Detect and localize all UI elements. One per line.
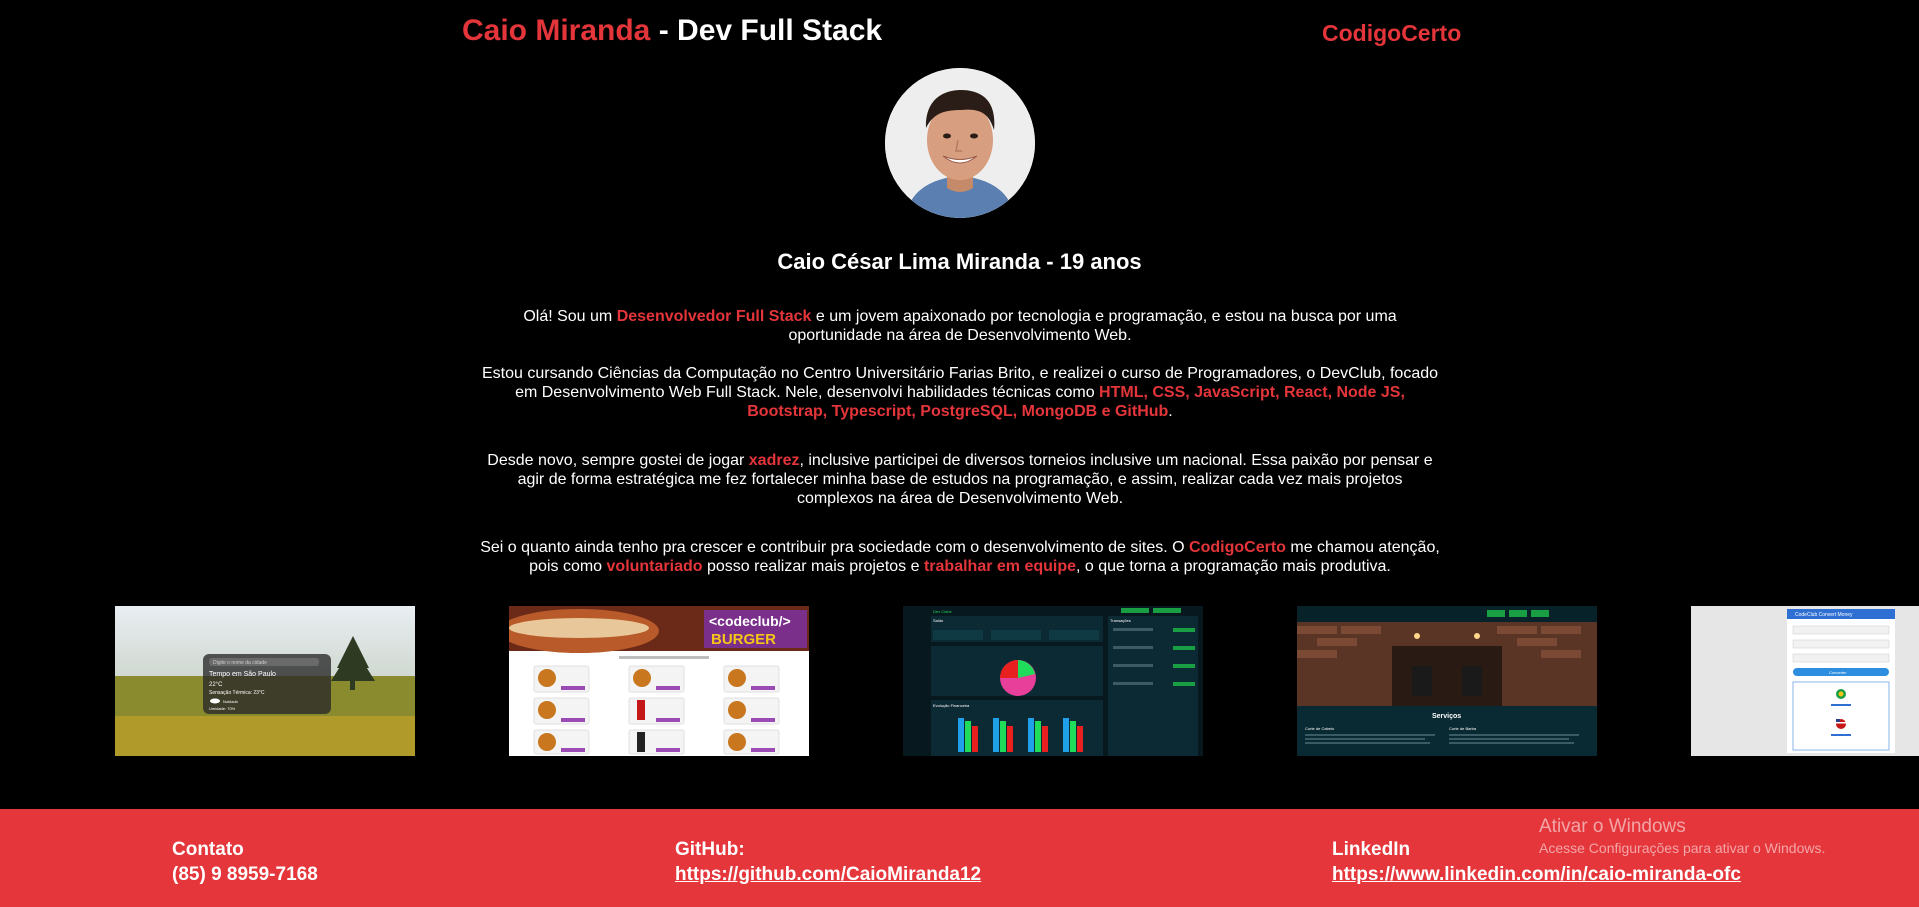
bio-highlight: voluntariado <box>606 558 703 575</box>
contact-phone: (85) 9 8959-7168 <box>172 864 318 885</box>
bio-paragraph-codigocerto: Sei o quanto ainda tenho pra crescer e c… <box>480 538 1440 576</box>
finance-transactions-title: Transações <box>1110 618 1131 623</box>
footer-contact: Contato (85) 9 8959-7168 <box>172 837 318 887</box>
cloud-icon <box>210 698 220 704</box>
project-thumb-finance[interactable]: Dev Clube Saldo Evolução Financeira Tran… <box>903 606 1203 756</box>
windows-activation-watermark: Ativar o Windows Acesse Configurações pa… <box>1539 815 1825 857</box>
project-thumb-barber[interactable]: Serviços Corte de Cabelo Corte de Barba <box>1297 606 1597 756</box>
bio-highlight: trabalhar em equipe <box>923 558 1077 575</box>
weather-humidity: Umidade: 70% <box>209 706 236 711</box>
site-title: Caio Miranda - Dev Full Stack <box>462 14 882 48</box>
bio-text: , o que torna a programação mais produti… <box>1076 558 1391 575</box>
site-title-name: Caio Miranda <box>462 14 651 47</box>
avatar <box>885 68 1035 218</box>
finance-brand: Dev Clube <box>933 609 952 614</box>
projects-carousel: Digite o nome da cidade Tempo em São Pau… <box>0 606 1919 756</box>
bio-text: Olá! Sou um <box>523 308 617 325</box>
github-link[interactable]: https://github.com/CaioMiranda12 <box>675 862 981 887</box>
weather-feels: Sensação Térmica: 23°C <box>209 690 265 696</box>
watermark-subtitle: Acesse Configurações para ativar o Windo… <box>1539 840 1826 856</box>
converter-button: Converter <box>1829 670 1847 675</box>
bio-text: Desde novo, sempre gostei de jogar <box>487 452 749 469</box>
bio-highlight: xadrez <box>748 452 800 469</box>
barber-section-title: Serviços <box>1432 713 1461 720</box>
barber-service-1: Corte de Cabelo <box>1305 726 1335 731</box>
project-thumb-converter[interactable]: CodeClub Convert Money Converter <box>1691 606 1919 756</box>
bio-paragraph-chess: Desde novo, sempre gostei de jogar xadre… <box>480 451 1440 508</box>
bio-paragraph-intro: Olá! Sou um Desenvolvedor Full Stack e u… <box>480 307 1440 345</box>
github-label: GitHub: <box>675 839 745 860</box>
project-thumb-burger[interactable]: <codeclub/> BURGER <box>509 606 809 756</box>
weather-temp: 22°C <box>209 682 223 688</box>
project-thumb-weather[interactable]: Digite o nome da cidade Tempo em São Pau… <box>115 606 415 756</box>
codigocerto-link[interactable]: CodigoCerto <box>1322 20 1461 47</box>
portfolio-page: Caio Miranda - Dev Full Stack CodigoCert… <box>0 0 1919 907</box>
contact-label: Contato <box>172 839 244 860</box>
profile-name: Caio César Lima Miranda - 19 anos <box>777 249 1142 274</box>
finance-chart-title: Evolução Financeira <box>933 703 970 708</box>
bio-highlight: Desenvolvedor Full Stack <box>616 308 812 325</box>
watermark-title: Ativar o Windows <box>1539 816 1686 837</box>
header: Caio Miranda - Dev Full Stack CodigoCert… <box>0 0 1919 70</box>
burger-logo-sub: BURGER <box>711 631 776 648</box>
barber-service-2: Corte de Barba <box>1449 726 1477 731</box>
footer-github: GitHub: https://github.com/CaioMiranda12 <box>675 837 981 887</box>
avatar-portrait <box>885 68 1035 218</box>
weather-city: Tempo em São Paulo <box>209 671 276 678</box>
bio-text: posso realizar mais projetos e <box>702 558 924 575</box>
bio-text: e um jovem apaixonado por tecnologia e p… <box>788 308 1397 344</box>
bio-text: . <box>1168 403 1173 420</box>
bio-highlight: CodigoCerto <box>1189 539 1286 556</box>
converter-title: CodeClub Convert Money <box>1795 612 1853 618</box>
bio-paragraph-education: Estou cursando Ciências da Computação no… <box>480 364 1440 421</box>
weather-search-placeholder: Digite o nome da cidade <box>213 660 267 666</box>
weather-condition: Nublado <box>223 699 239 704</box>
finance-balance-title: Saldo <box>933 618 944 623</box>
bio-text: Sei o quanto ainda tenho pra crescer e c… <box>480 539 1190 556</box>
burger-logo: <codeclub/> <box>709 613 791 629</box>
site-title-role: - Dev Full Stack <box>650 14 883 47</box>
linkedin-link[interactable]: https://www.linkedin.com/in/caio-miranda… <box>1332 862 1741 887</box>
